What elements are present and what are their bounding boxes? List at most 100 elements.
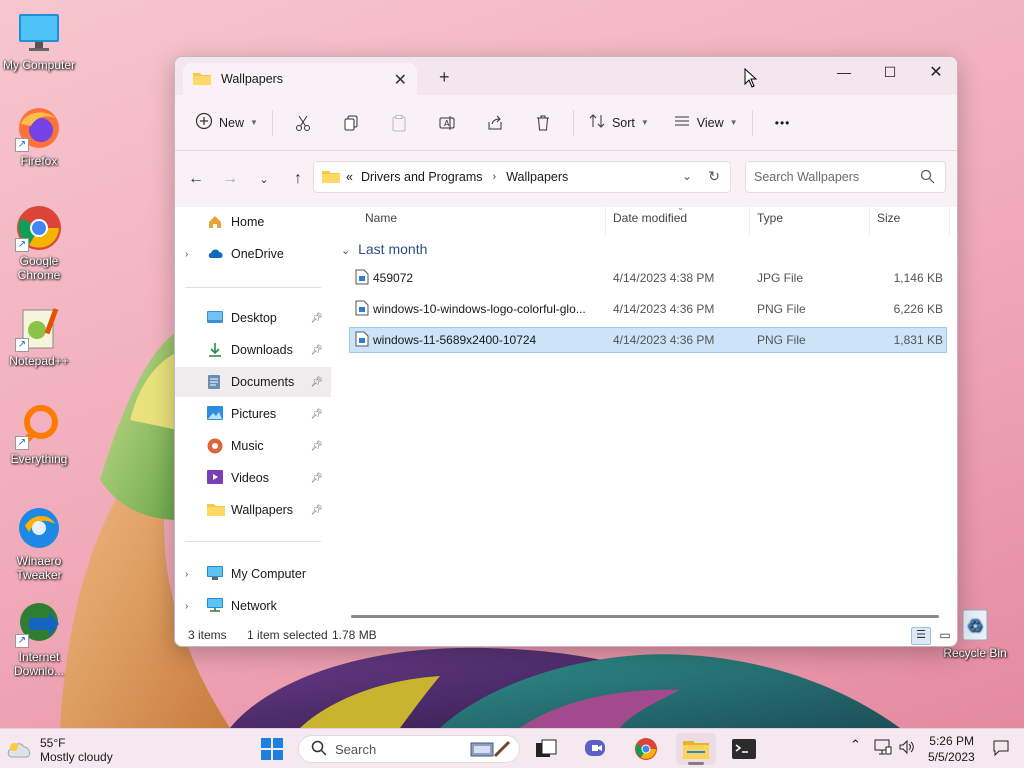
toolbar-divider	[572, 109, 574, 136]
folder-icon	[193, 71, 211, 88]
delete-button[interactable]	[519, 107, 567, 139]
up-button[interactable]: ↑	[281, 163, 315, 195]
image-file-icon	[355, 331, 369, 350]
shortcut-arrow-icon: ↗	[15, 634, 29, 648]
sidebar-item-my-computer[interactable]: › My Computer	[175, 559, 331, 589]
arrow-right-icon: →	[222, 170, 238, 187]
desktop-icon-chrome[interactable]: ↗ Google Chrome	[0, 204, 78, 282]
sidebar-item-documents[interactable]: Documents 📌︎	[175, 367, 331, 397]
scissors-icon	[295, 115, 310, 131]
search-box[interactable]: Search Wallpapers	[745, 161, 946, 193]
taskbar-search[interactable]: Search	[298, 735, 520, 763]
taskbar-search-label: Search	[335, 741, 377, 757]
forward-button[interactable]: →	[213, 163, 247, 195]
column-header-size[interactable]: Size	[877, 211, 900, 225]
sidebar-item-pictures[interactable]: Pictures 📌︎	[175, 399, 331, 429]
file-row-selected[interactable]: windows-11-5689x2400-10724 4/14/2023 4:3…	[349, 327, 947, 353]
back-button[interactable]: ←	[179, 163, 213, 195]
desktop-icon-my-computer[interactable]: My Computer	[0, 8, 78, 72]
file-row[interactable]: windows-10-windows-logo-colorful-glo... …	[349, 296, 947, 322]
desktop-icon-idm[interactable]: ↗ Internet Downlo...	[0, 600, 78, 678]
address-bar[interactable]: « Drivers and Programs › Wallpapers ⌄ ↻	[313, 161, 731, 193]
task-view-button[interactable]	[526, 733, 566, 765]
refresh-icon[interactable]: ↻	[708, 168, 720, 185]
home-icon	[207, 214, 225, 230]
maximize-button[interactable]: ☐	[867, 57, 913, 87]
weather-description: Mostly cloudy	[40, 750, 113, 764]
sidebar-item-home[interactable]: Home	[175, 207, 331, 237]
rename-button[interactable]: A	[423, 107, 471, 139]
view-button[interactable]: View ▼	[665, 107, 746, 139]
weather-temperature: 55°F	[40, 736, 66, 750]
notifications-icon[interactable]	[992, 739, 1010, 760]
cloud-icon	[6, 739, 34, 762]
new-button[interactable]: New ▼	[187, 107, 266, 139]
copy-button[interactable]	[327, 107, 375, 139]
sidebar-item-music[interactable]: Music 📌︎	[175, 431, 331, 461]
recent-locations-button[interactable]: ⌄	[247, 163, 281, 195]
show-hidden-icons-button[interactable]: ⌃	[850, 737, 861, 753]
share-button[interactable]	[471, 107, 519, 139]
column-header-date-modified[interactable]: Date modified	[613, 211, 687, 225]
search-highlight-icon	[469, 739, 513, 762]
desktop-icon-notepadpp[interactable]: ↗ Notepad++	[0, 304, 78, 368]
desktop-icon-everything[interactable]: ↗ Everything	[0, 402, 78, 466]
file-row[interactable]: 459072 4/14/2023 4:38 PM JPG File 1,146 …	[349, 265, 947, 291]
chevron-down-icon: ⌄	[259, 173, 269, 186]
file-explorer-taskbar-button[interactable]	[676, 733, 716, 765]
start-button[interactable]	[252, 733, 292, 765]
minimize-button[interactable]: —	[821, 57, 867, 87]
downloads-icon	[207, 342, 225, 358]
image-file-icon	[355, 300, 369, 319]
horizontal-scrollbar[interactable]	[351, 615, 939, 618]
chevron-right-icon[interactable]: ›	[185, 249, 199, 260]
title-bar[interactable]: Wallpapers ✕ + — ☐ ✕	[175, 57, 957, 95]
details-view-button[interactable]: ☰	[911, 627, 931, 645]
volume-icon[interactable]	[898, 738, 916, 759]
close-window-button[interactable]: ✕	[913, 57, 957, 87]
more-options-button[interactable]: •••	[759, 107, 807, 139]
breadcrumb-wallpapers[interactable]: Wallpapers	[506, 170, 568, 184]
clock-date: 5/5/2023	[928, 750, 975, 764]
tab-title: Wallpapers	[221, 72, 284, 86]
address-dropdown-icon[interactable]: ⌄	[682, 169, 692, 183]
clock[interactable]: 5:26 PM 5/5/2023	[928, 733, 975, 765]
column-header-type[interactable]: Type	[757, 211, 783, 225]
close-tab-icon[interactable]: ✕	[394, 70, 407, 90]
folder-icon	[683, 741, 709, 759]
tab-wallpapers[interactable]: Wallpapers ✕	[183, 63, 417, 95]
paste-button[interactable]	[375, 107, 423, 139]
weather-widget[interactable]: 55°F Mostly cloudy	[6, 735, 126, 764]
mouse-cursor	[744, 67, 758, 91]
file-size: 6,226 KB	[893, 302, 943, 316]
display-icon[interactable]	[874, 738, 892, 759]
chevron-down-icon: ▼	[640, 118, 649, 127]
chevron-right-icon[interactable]: ›	[185, 569, 199, 580]
cut-button[interactable]	[279, 107, 327, 139]
breadcrumb-drivers-and-programs[interactable]: Drivers and Programs	[361, 170, 483, 184]
teams-chat-button[interactable]	[576, 733, 616, 765]
desktop-icon-firefox[interactable]: ↗ Firefox	[0, 104, 78, 168]
sidebar-item-downloads[interactable]: Downloads 📌︎	[175, 335, 331, 365]
sidebar-item-videos[interactable]: Videos 📌︎	[175, 463, 331, 493]
sort-arrows-icon	[588, 112, 606, 133]
breadcrumb-overflow[interactable]: «	[346, 170, 353, 184]
sidebar-item-wallpapers[interactable]: Wallpapers 📌︎	[175, 495, 331, 525]
chrome-taskbar-button[interactable]	[626, 733, 666, 765]
sidebar-item-network[interactable]: › Network	[175, 591, 331, 621]
terminal-taskbar-button[interactable]	[724, 733, 764, 765]
winaero-icon	[15, 504, 63, 552]
tiles-view-button[interactable]: ▭	[935, 627, 955, 645]
chevron-right-icon[interactable]: ›	[185, 601, 199, 612]
arrow-left-icon: ←	[188, 170, 204, 187]
new-tab-button[interactable]: +	[439, 67, 450, 88]
desktop-icon-label: Internet Downlo...	[13, 650, 65, 678]
sidebar-item-desktop[interactable]: Desktop 📌︎	[175, 303, 331, 333]
group-header[interactable]: ⌄ Last month	[341, 241, 427, 257]
column-header-name[interactable]: Name	[365, 211, 397, 225]
sort-button[interactable]: Sort ▼	[580, 107, 657, 139]
sidebar-item-onedrive[interactable]: › OneDrive	[175, 239, 331, 269]
shortcut-arrow-icon: ↗	[15, 338, 29, 352]
desktop-icon-winaero[interactable]: Winaero Tweaker	[0, 504, 78, 582]
chevron-right-icon[interactable]: ›	[493, 171, 497, 183]
